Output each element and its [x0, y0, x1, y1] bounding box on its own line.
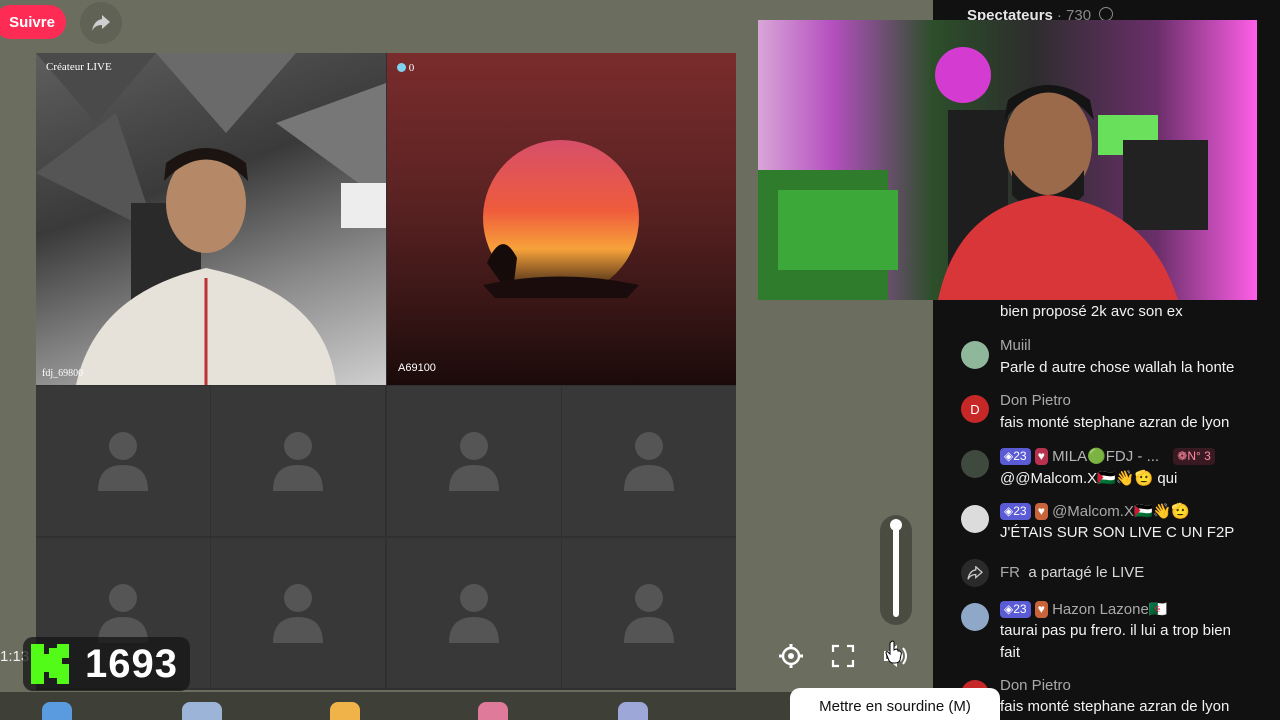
share-text: a partagé le LIVE: [1028, 564, 1145, 581]
help-icon[interactable]: [1099, 7, 1114, 21]
kick-count: 1693: [85, 641, 178, 686]
empty-seat[interactable]: [211, 538, 385, 688]
person-icon: [98, 584, 148, 643]
gift-icon[interactable]: [478, 702, 508, 720]
guest-name: A69100: [398, 362, 436, 374]
empty-seat[interactable]: [562, 386, 736, 536]
creator-video: [36, 53, 386, 385]
chat-username: Hazon Lazone🇩🇿: [1052, 601, 1168, 618]
guest-coin-count: 0: [408, 62, 415, 74]
empty-seat[interactable]: [211, 386, 385, 536]
person-icon: [449, 432, 499, 491]
guest-tile-1[interactable]: 0 A69100: [387, 53, 736, 385]
volume-slider-fill: [893, 523, 899, 617]
person-icon: [273, 432, 323, 491]
volume-slider-handle[interactable]: [890, 519, 902, 531]
avatar[interactable]: [961, 603, 989, 631]
share-icon: [961, 559, 989, 587]
chat-username-row[interactable]: ◈23 ♥ @Malcom.X🇵🇸👋🫡: [1000, 502, 1190, 520]
empty-seat[interactable]: [36, 386, 210, 536]
chat-username: MILA🟢FDJ - ...: [1052, 448, 1160, 465]
gift-icon[interactable]: [42, 702, 72, 720]
chat-username[interactable]: Muiil: [1000, 337, 1031, 354]
chat-message: fais monté stephane azran de lyon: [1000, 698, 1230, 715]
level-badge: ◈23: [1000, 601, 1031, 618]
level-badge: ◈23: [1000, 448, 1031, 465]
gift-icon[interactable]: [182, 702, 222, 720]
chat-username[interactable]: FR: [1000, 564, 1020, 581]
share-notice: FR a partagé le LIVE: [1000, 564, 1144, 581]
share-icon: [92, 15, 110, 31]
person-icon: [98, 432, 148, 491]
chat-username: @Malcom.X🇵🇸👋🫡: [1052, 503, 1190, 520]
chat-message-continued: fait: [1000, 644, 1021, 661]
fan-badge-icon: ♥: [1034, 503, 1048, 520]
mute-tooltip: Mettre en sourdine (M): [790, 688, 1000, 720]
chat-username[interactable]: Don Pietro: [1000, 677, 1071, 694]
webcam-video: [758, 47, 1208, 300]
avatar[interactable]: [961, 505, 989, 533]
avatar[interactable]: [961, 450, 989, 478]
kick-viewer-counter: 1693: [23, 637, 190, 691]
chat-username-row[interactable]: ◈23 ♥ MILA🟢FDJ - ... ❁N° 3: [1000, 447, 1215, 465]
avatar[interactable]: [961, 341, 989, 369]
fan-badge-icon: ♥: [1034, 448, 1048, 465]
chat-message: bien proposé 2k avc son ex: [1000, 303, 1183, 320]
fan-badge-icon: ♥: [1034, 601, 1048, 618]
coin-icon: [397, 63, 406, 72]
person-icon: [449, 584, 499, 643]
gear-icon: [779, 644, 803, 668]
chat-username[interactable]: Don Pietro: [1000, 392, 1071, 409]
avatar[interactable]: D: [961, 395, 989, 423]
share-button[interactable]: [80, 2, 122, 44]
empty-seat[interactable]: [387, 386, 561, 536]
streamer-webcam: [758, 20, 1257, 300]
guest-grid: Créateur LIVE fdj_69800 0 A69100: [36, 53, 736, 690]
guest-avatar: [483, 140, 639, 298]
rank-badge: ❁N° 3: [1173, 448, 1215, 465]
empty-seat[interactable]: [562, 538, 736, 688]
follow-button[interactable]: Suivre: [0, 5, 66, 39]
kick-logo-icon: [31, 644, 69, 684]
chat-message: @@Malcom.X🇵🇸👋🫡 qui: [1000, 470, 1178, 487]
level-badge: ◈23: [1000, 503, 1031, 520]
fullscreen-icon: [831, 644, 855, 668]
settings-button[interactable]: [775, 640, 807, 672]
chat-message: J'ÉTAIS SUR SON LIVE C UN F2P: [1000, 524, 1235, 541]
empty-seat[interactable]: [387, 538, 561, 688]
creator-video-tile[interactable]: Créateur LIVE fdj_69800: [36, 53, 386, 385]
gift-icon[interactable]: [330, 702, 360, 720]
fullscreen-button[interactable]: [827, 640, 859, 672]
gift-icon[interactable]: [618, 702, 648, 720]
chat-username-row[interactable]: ◈23 ♥ Hazon Lazone🇩🇿: [1000, 600, 1167, 618]
creator-name: fdj_69800: [42, 368, 84, 379]
chat-message: Parle d autre chose wallah la honte: [1000, 359, 1235, 376]
person-icon: [624, 432, 674, 491]
hand-cursor-icon: [885, 640, 902, 664]
creator-live-label: Créateur LIVE: [46, 61, 112, 73]
person-icon: [624, 584, 674, 643]
chat-message: fais monté stephane azran de lyon: [1000, 414, 1230, 431]
guest-coin-badge: 0: [397, 62, 414, 74]
person-icon: [273, 584, 323, 643]
chat-message: taurai pas pu frero. il lui a trop bien: [1000, 622, 1231, 639]
